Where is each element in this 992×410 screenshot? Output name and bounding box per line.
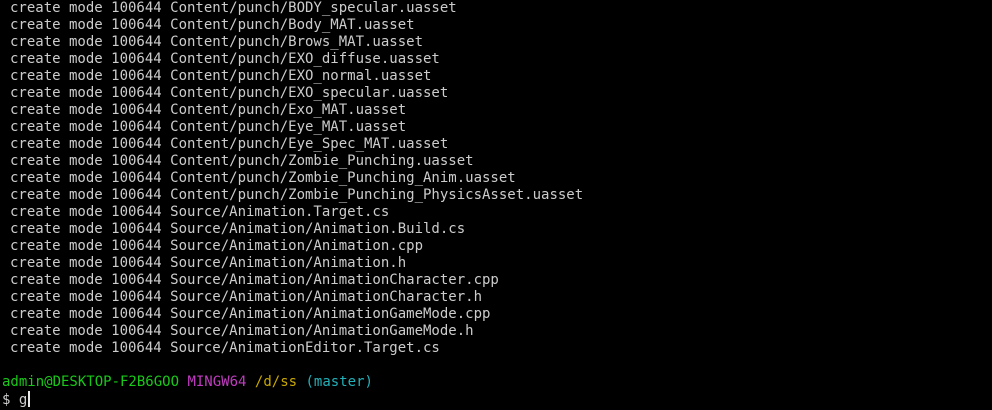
output-line: create mode 100644 Content/punch/Eye_MAT… — [10, 119, 407, 135]
output-line: create mode 100644 Source/Animation/Anim… — [10, 255, 407, 271]
prompt-user-host: admin@DESKTOP-F2B6GOO — [2, 374, 180, 390]
output-line: create mode 100644 Source/Animation/Anim… — [10, 272, 499, 288]
output-line: create mode 100644 Content/punch/EXO_nor… — [10, 68, 432, 84]
output-line: create mode 100644 Content/punch/Brows_M… — [10, 34, 424, 50]
output-line: create mode 100644 Source/Animation/Anim… — [10, 306, 491, 322]
output-line: create mode 100644 Content/punch/Zombie_… — [10, 170, 516, 186]
output-line: create mode 100644 Content/punch/BODY_sp… — [10, 0, 457, 16]
prompt-symbol: $ — [2, 392, 11, 408]
command-input[interactable]: g — [19, 392, 27, 408]
text-cursor — [28, 391, 31, 407]
shell-prompt: admin@DESKTOP-F2B6GOO MINGW64 /d/ss (mas… — [0, 374, 992, 391]
prompt-shell: MINGW64 — [187, 374, 247, 390]
output-line: create mode 100644 Content/punch/Zombie_… — [10, 187, 584, 203]
prompt-path: /d/ss — [254, 374, 298, 390]
output-line: create mode 100644 Content/punch/Body_MA… — [10, 17, 415, 33]
output-line: create mode 100644 Content/punch/Zombie_… — [10, 153, 474, 169]
output-line: create mode 100644 Content/punch/Eye_Spe… — [10, 136, 449, 152]
command-input-line[interactable]: $ g — [0, 391, 992, 408]
command-output: create mode 100644 Content/punch/BODY_sp… — [0, 0, 992, 357]
output-line: create mode 100644 Source/Animation/Anim… — [10, 221, 466, 237]
prompt-branch: (master) — [305, 374, 373, 390]
output-line: create mode 100644 Content/punch/EXO_dif… — [10, 51, 440, 67]
output-line: create mode 100644 Source/Animation/Anim… — [10, 323, 474, 339]
output-line: create mode 100644 Source/Animation/Anim… — [10, 238, 424, 254]
output-line: create mode 100644 Source/AnimationEdito… — [10, 340, 440, 356]
terminal-window[interactable]: create mode 100644 Content/punch/BODY_sp… — [0, 0, 992, 410]
output-line: create mode 100644 Content/punch/EXO_spe… — [10, 85, 449, 101]
output-line: create mode 100644 Source/Animation.Targ… — [10, 204, 390, 220]
output-line: create mode 100644 Content/punch/Exo_MAT… — [10, 102, 407, 118]
output-line: create mode 100644 Source/Animation/Anim… — [10, 289, 483, 305]
